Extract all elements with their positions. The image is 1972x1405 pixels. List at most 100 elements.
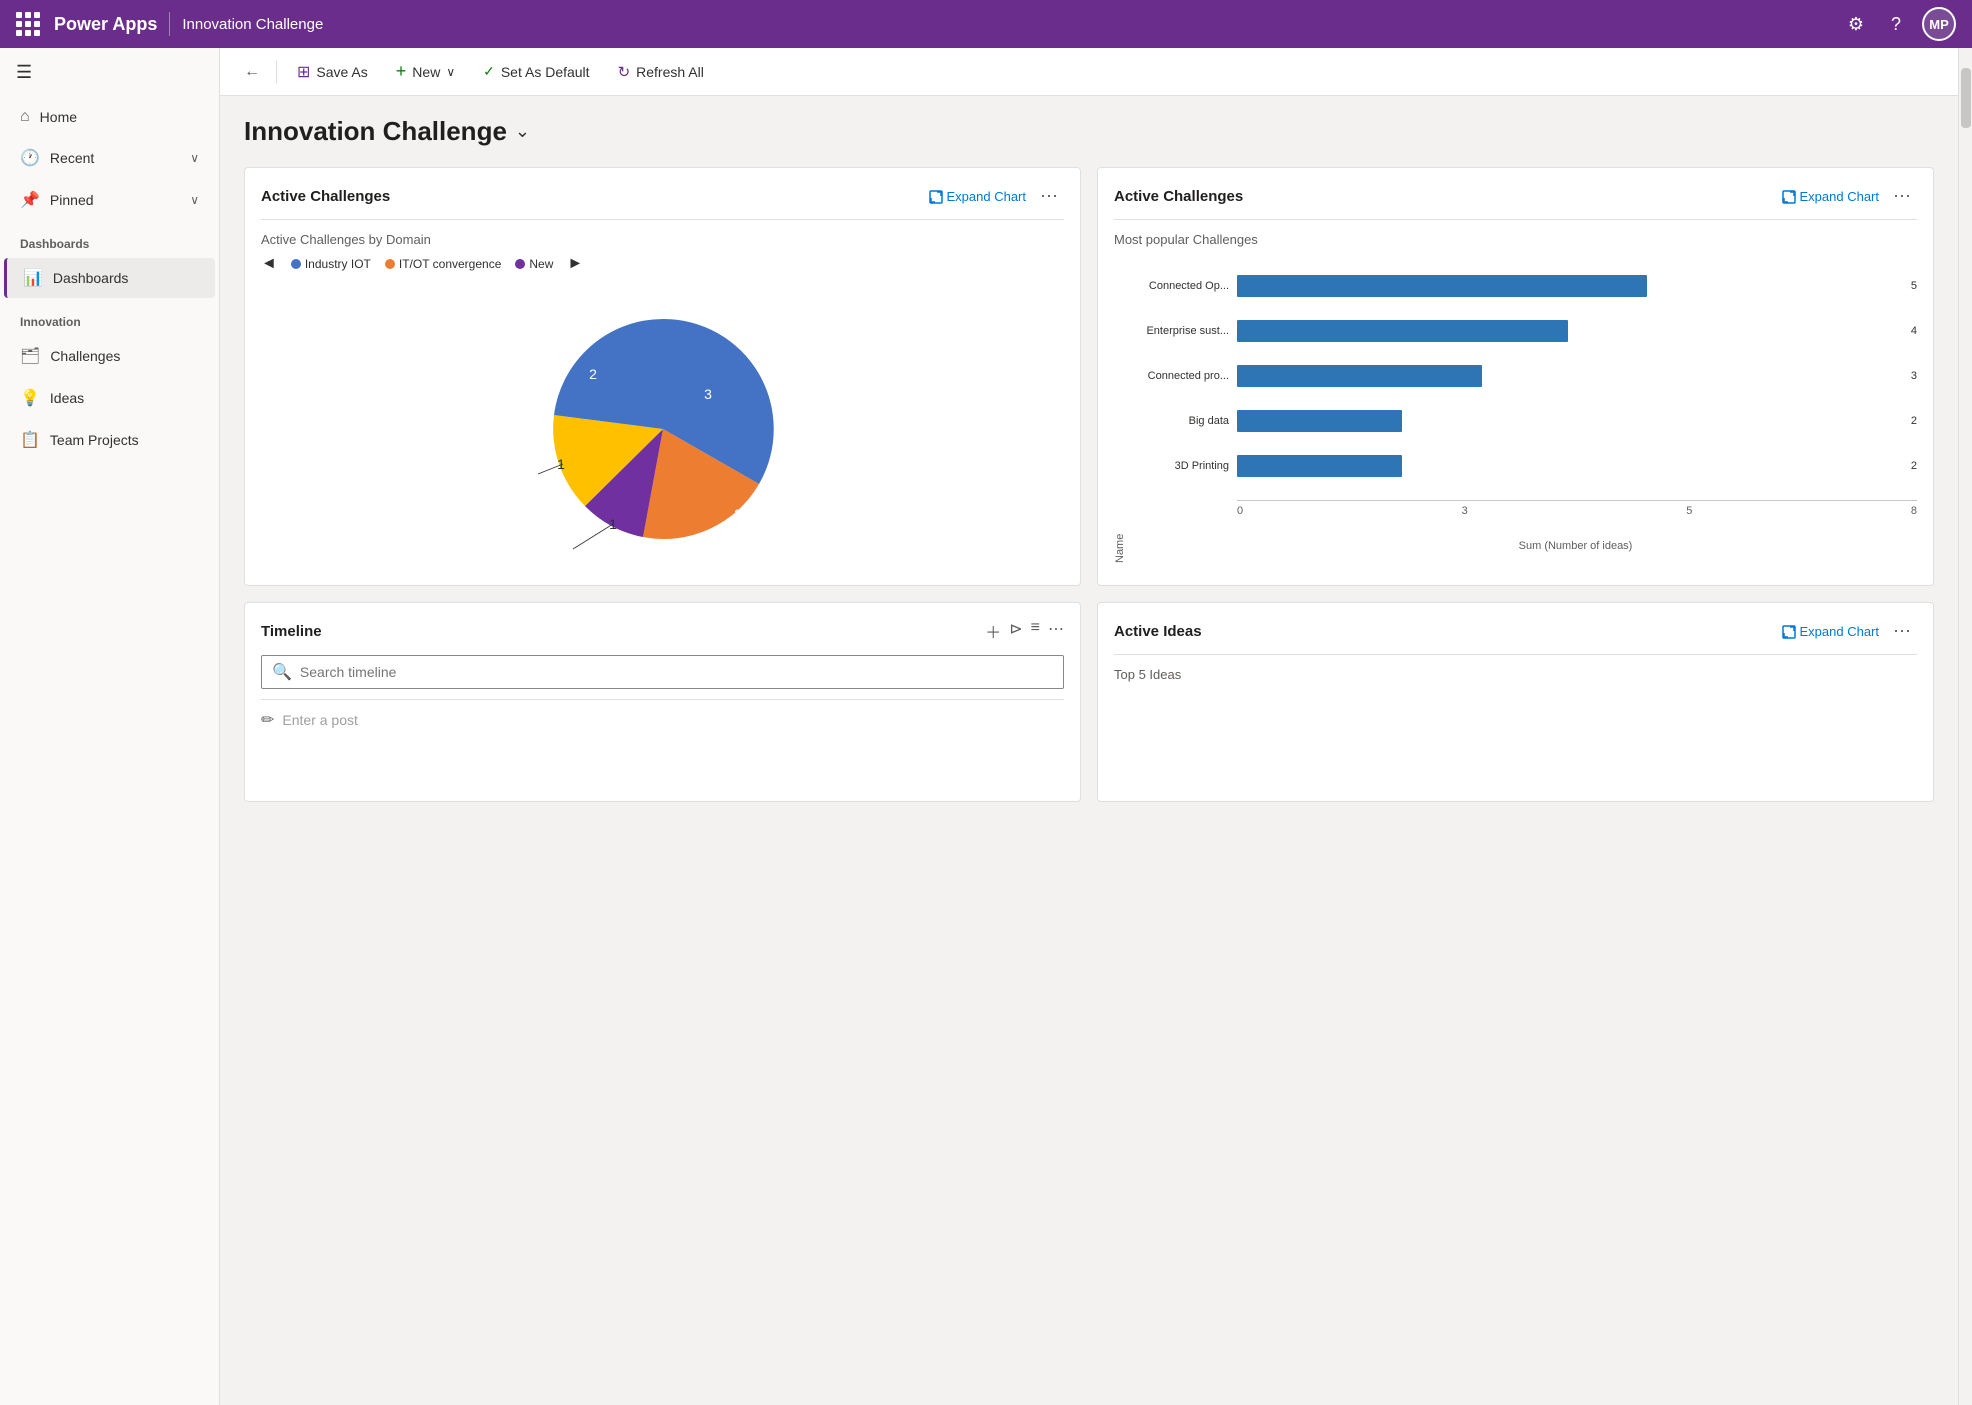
toolbar: ← ⊞ Save As + New ∨ ✓ Set As Default ↻ R… xyxy=(220,48,1958,96)
chevron-down-icon: ∨ xyxy=(190,151,199,165)
scrollbar-thumb[interactable] xyxy=(1961,68,1971,128)
refresh-all-button[interactable]: ↻ Refresh All xyxy=(606,57,716,87)
set-default-button[interactable]: ✓ Set As Default xyxy=(471,57,601,86)
chart1-expand-button[interactable]: Expand Chart xyxy=(929,189,1027,204)
refresh-label: Refresh All xyxy=(636,64,704,80)
expand-chart-icon xyxy=(1782,190,1796,204)
avatar[interactable]: MP xyxy=(1922,7,1956,41)
bar-fill-0 xyxy=(1237,275,1647,297)
sidebar-item-recent[interactable]: 🕐 Recent ∨ xyxy=(4,138,215,178)
timeline-header: Timeline ＋ ⊳ ≡ ⋯ xyxy=(261,619,1064,643)
legend-item-industry-iot: Industry IOT xyxy=(291,257,371,271)
sidebar-item-home[interactable]: ⌂ Home xyxy=(4,98,215,136)
save-as-label: Save As xyxy=(316,64,367,80)
new-button[interactable]: + New ∨ xyxy=(384,55,467,88)
back-button[interactable]: ← xyxy=(236,59,268,85)
check-icon: ✓ xyxy=(483,63,495,80)
legend-prev-icon[interactable]: ◄ xyxy=(261,255,277,273)
timeline-post-area: ✏ Enter a post xyxy=(261,699,1064,730)
sidebar-item-dashboards[interactable]: 📊 Dashboards xyxy=(4,258,215,298)
bar-fill-1 xyxy=(1237,320,1568,342)
chart3-expand-button[interactable]: Expand Chart xyxy=(1782,624,1880,639)
pencil-icon: ✏ xyxy=(261,710,274,730)
chart3-title: Active Ideas xyxy=(1114,623,1774,640)
help-icon[interactable]: ? xyxy=(1878,6,1914,42)
bar-track-1 xyxy=(1237,320,1899,342)
sidebar-item-label: Recent xyxy=(50,150,180,166)
active-ideas-card: Active Ideas Expand Chart ⋯ Top 5 Ideas xyxy=(1097,602,1934,802)
chart1-title: Active Challenges xyxy=(261,188,921,205)
page-content: Innovation Challenge ⌄ Active Challenges xyxy=(220,96,1958,1405)
save-as-button[interactable]: ⊞ Save As xyxy=(285,56,380,88)
legend-dot xyxy=(385,259,395,269)
new-dropdown-chevron-icon[interactable]: ∨ xyxy=(446,65,455,79)
bar-row-2: Connected pro... 3 xyxy=(1134,365,1917,387)
timeline-add-icon[interactable]: ＋ xyxy=(985,619,1001,643)
expand-chart-icon xyxy=(929,190,943,204)
legend-dot xyxy=(515,259,525,269)
bar-row-0: Connected Op... 5 xyxy=(1134,275,1917,297)
chart1-more-button[interactable]: ⋯ xyxy=(1034,184,1064,209)
page-title: Innovation Challenge xyxy=(244,116,507,147)
pie-label-2-blue: 2 xyxy=(589,366,597,382)
active-challenges-pie-card: Active Challenges Expand Chart ⋯ Active … xyxy=(244,167,1081,586)
chart2-header: Active Challenges Expand Chart ⋯ xyxy=(1114,184,1917,220)
chart2-expand-button[interactable]: Expand Chart xyxy=(1782,189,1880,204)
timeline-search[interactable]: 🔍 xyxy=(261,655,1064,689)
sidebar-section-innovation: Innovation xyxy=(0,299,219,335)
sidebar-item-challenges[interactable]: 🗂 Challenges xyxy=(4,336,215,376)
settings-icon[interactable]: ⚙ xyxy=(1838,6,1874,42)
bar-value-1: 4 xyxy=(1911,325,1917,337)
hamburger-menu-icon[interactable]: ☰ xyxy=(0,48,219,97)
x-axis-label: Sum (Number of ideas) xyxy=(1134,540,1917,552)
timeline-card: Timeline ＋ ⊳ ≡ ⋯ 🔍 ✏ Ent xyxy=(244,602,1081,802)
x-tick-0: 0 xyxy=(1237,505,1243,517)
chart3-header: Active Ideas Expand Chart ⋯ xyxy=(1114,619,1917,655)
sidebar-item-label: Pinned xyxy=(50,192,180,208)
app-grid-icon[interactable] xyxy=(16,12,40,36)
timeline-sort-icon[interactable]: ≡ xyxy=(1031,619,1040,643)
x-tick-1: 3 xyxy=(1462,505,1468,517)
bar-fill-2 xyxy=(1237,365,1482,387)
y-axis-label: Name xyxy=(1114,263,1126,563)
save-as-icon: ⊞ xyxy=(297,62,310,82)
x-tick-3: 8 xyxy=(1911,505,1917,517)
bar-chart-wrapper: Name Connected Op... 5 xyxy=(1114,263,1917,563)
chart2-section: Most popular Challenges Name Connected O… xyxy=(1114,232,1917,563)
chart2-more-button[interactable]: ⋯ xyxy=(1887,184,1917,209)
bar-fill-4 xyxy=(1237,455,1402,477)
pie-chart-svg: 3 2 1 1 2 xyxy=(533,299,793,559)
bar-label-1: Enterprise sust... xyxy=(1134,325,1229,337)
chart1-header: Active Challenges Expand Chart ⋯ xyxy=(261,184,1064,220)
pie-label-1-gold: 1 xyxy=(557,456,565,472)
bar-track-3 xyxy=(1237,410,1899,432)
legend-next-icon[interactable]: ► xyxy=(567,255,583,273)
legend-dot xyxy=(291,259,301,269)
sidebar-item-pinned[interactable]: 📌 Pinned ∨ xyxy=(4,180,215,220)
timeline-post-placeholder[interactable]: Enter a post xyxy=(282,712,358,728)
challenges-icon: 🗂 xyxy=(20,346,40,366)
bar-fill-3 xyxy=(1237,410,1402,432)
timeline-search-input[interactable] xyxy=(300,664,1053,680)
timeline-filter-icon[interactable]: ⊳ xyxy=(1009,619,1022,643)
toolbar-separator xyxy=(276,60,277,84)
ideas-icon: 💡 xyxy=(20,388,40,408)
timeline-header-actions: ＋ ⊳ ≡ ⋯ xyxy=(985,619,1064,643)
chart3-more-button[interactable]: ⋯ xyxy=(1887,619,1917,644)
sidebar-item-team-projects[interactable]: 📋 Team Projects xyxy=(4,420,215,460)
sidebar-item-label: Dashboards xyxy=(53,270,199,286)
sidebar-item-ideas[interactable]: 💡 Ideas xyxy=(4,378,215,418)
bar-track-0 xyxy=(1237,275,1899,297)
chart3-subtitle: Top 5 Ideas xyxy=(1114,667,1917,682)
bar-rows-container: Connected Op... 5 Enterprise sust... xyxy=(1134,263,1917,563)
timeline-more-icon[interactable]: ⋯ xyxy=(1048,619,1064,643)
home-icon: ⌂ xyxy=(20,108,30,126)
sidebar-item-label: Team Projects xyxy=(50,432,199,448)
pie-chart-container: 3 2 1 1 2 xyxy=(261,289,1064,569)
leader-line-1 xyxy=(573,524,613,549)
bar-label-2: Connected pro... xyxy=(1134,370,1229,382)
chart2-subtitle: Most popular Challenges xyxy=(1114,232,1917,247)
right-scrollbar[interactable] xyxy=(1958,48,1972,1405)
page-title-dropdown-icon[interactable]: ⌄ xyxy=(515,121,530,142)
recent-icon: 🕐 xyxy=(20,148,40,168)
